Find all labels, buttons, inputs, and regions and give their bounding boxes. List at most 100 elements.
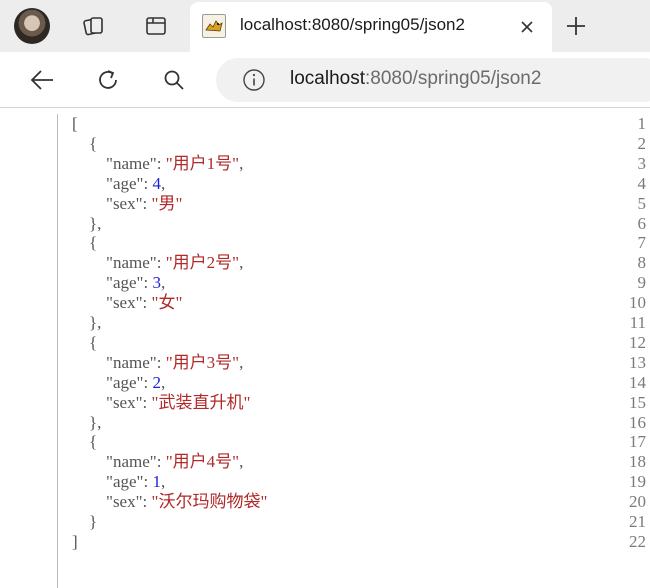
line-code: }, [72,413,101,433]
json-punctuation: , [239,352,244,372]
json-number: 1 [152,472,161,492]
line-number: 6 [637,213,647,233]
line-number: 15 [629,392,646,412]
line-code: ] [72,532,78,552]
source-line: 15 "sex": "武装直升机" [0,393,650,413]
line-code: { [72,233,97,253]
source-line: 11 }, [0,313,650,333]
json-string: "用户2号" [165,253,240,273]
json-punctuation: : [156,452,166,472]
json-key: "sex" [106,392,143,412]
json-punctuation: ] [72,531,78,551]
json-key: "sex" [106,293,143,313]
address-url: localhost:8080/spring05/json2 [290,68,541,90]
json-key: "sex" [106,492,143,512]
line-number: 1 [637,114,647,133]
line-number: 14 [629,372,646,392]
tab-actions-button[interactable] [140,10,172,42]
source-line: 2 { [0,134,650,154]
json-string: "用户4号" [165,452,240,472]
source-line: 10 "sex": "女" [0,293,650,313]
line-code: "sex": "男" [72,194,182,214]
json-punctuation: , [160,472,166,492]
line-code: "name": "用户2号", [72,253,243,273]
source-line: 18 "name": "用户4号", [0,452,650,472]
json-key: "name" [106,253,157,273]
json-punctuation: { [89,133,98,153]
source-line: 17 { [0,432,650,452]
line-code: "sex": "沃尔玛购物袋" [72,492,267,512]
json-key: "age" [106,173,144,193]
close-tab-button[interactable] [516,16,538,38]
tab-actions-icon [146,17,166,35]
json-punctuation: , [239,452,244,472]
json-punctuation: , [160,173,166,193]
tomcat-favicon-icon [202,14,226,38]
json-punctuation: , [239,253,244,273]
json-punctuation: : [156,153,166,173]
source-line: 14 "age": 2, [0,373,650,393]
refresh-button[interactable] [90,62,126,98]
line-number: 19 [629,472,646,492]
json-key: "age" [106,472,144,492]
active-tab[interactable]: localhost:8080/spring05/json2 [190,2,552,52]
collections-button[interactable] [78,10,110,42]
site-info-button[interactable] [242,68,266,92]
line-code: } [72,512,97,532]
json-key: "name" [106,452,157,472]
plus-icon [567,17,585,35]
line-code: "name": "用户1号", [72,154,243,174]
line-code: "age": 3, [72,273,165,293]
line-code: "name": "用户3号", [72,353,243,373]
collections-icon [83,17,103,36]
profile-avatar[interactable] [14,8,50,44]
address-bar[interactable]: localhost:8080/spring05/json2 [216,58,650,102]
line-code: { [72,333,97,353]
source-line: 3 "name": "用户1号", [0,154,650,174]
line-code: "name": "用户4号", [72,452,243,472]
line-number: 11 [629,313,646,332]
json-punctuation: }, [89,412,102,432]
back-button[interactable] [24,62,60,98]
source-line: 9 "age": 3, [0,273,650,293]
json-punctuation: { [89,233,98,253]
new-tab-button[interactable] [560,10,592,42]
line-code: { [72,134,97,154]
json-punctuation: [ [72,114,78,133]
json-string: "用户3号" [165,352,240,372]
line-code: "age": 4, [72,174,165,194]
line-number: 17 [629,432,646,452]
tab-title: localhost:8080/spring05/json2 [240,15,465,34]
refresh-icon [99,70,117,89]
search-button[interactable] [156,62,192,98]
source-line: 4 "age": 4, [0,174,650,194]
line-number: 18 [629,452,646,472]
source-line: 8 "name": "用户2号", [0,253,650,273]
line-code: "sex": "武装直升机" [72,393,250,413]
json-number: 2 [152,372,161,392]
json-key: "age" [106,273,144,293]
source-line: 6 }, [0,214,650,234]
json-string: "武装直升机" [151,392,251,412]
line-number: 8 [637,253,647,273]
source-line: 19 "age": 1, [0,472,650,492]
line-number: 22 [629,531,646,551]
source-line: 16 }, [0,413,650,433]
line-code: "age": 1, [72,472,165,492]
source-line: 7 { [0,233,650,253]
search-icon [164,70,184,90]
json-punctuation: : [156,352,166,372]
json-punctuation: : [156,253,166,273]
